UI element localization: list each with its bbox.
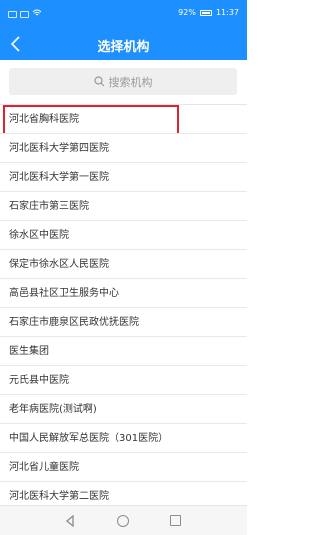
list-item[interactable]: 徐水区中医院: [0, 221, 247, 250]
institution-list: 河北省胸科医院 河北医科大学第四医院 河北医科大学第一医院 石家庄市第三医院 徐…: [0, 105, 247, 505]
list-item[interactable]: 河北医科大学第一医院: [0, 163, 247, 192]
list-item[interactable]: 高邑县社区卫生服务中心: [0, 279, 247, 308]
sim2-signal-icon: [20, 10, 29, 18]
battery-percent: 92%: [178, 8, 196, 17]
sim-signal-icon: [8, 10, 17, 18]
wifi-icon: [32, 9, 42, 19]
nav-back-icon[interactable]: [65, 515, 75, 527]
search-input[interactable]: 搜索机构: [9, 68, 237, 95]
list-item[interactable]: 石家庄市鹿泉区民政优抚医院: [0, 308, 247, 337]
system-nav-bar: [0, 505, 247, 535]
nav-recent-icon[interactable]: [170, 515, 181, 526]
list-item[interactable]: 中国人民解放军总医院（301医院）: [0, 424, 247, 453]
search-placeholder: 搜索机构: [108, 75, 153, 89]
list-item[interactable]: 保定市徐水区人民医院: [0, 250, 247, 279]
list-item[interactable]: 河北省儿童医院: [0, 453, 247, 482]
list-item[interactable]: 元氏县中医院: [0, 366, 247, 395]
battery-icon: [199, 9, 212, 16]
list-item[interactable]: 老年病医院(测试啊): [0, 395, 247, 424]
list-item[interactable]: 石家庄市第三医院: [0, 192, 247, 221]
list-item[interactable]: 河北医科大学第四医院: [0, 134, 247, 163]
clock: 11:37: [215, 8, 239, 17]
nav-home-icon[interactable]: [117, 515, 129, 527]
status-bar: 92% 11:37: [0, 0, 247, 28]
app-header: 选择机构: [0, 28, 247, 60]
status-right: 92% 11:37: [178, 8, 239, 17]
signal-indicators: [8, 9, 42, 19]
search-icon: [93, 76, 104, 87]
list-item[interactable]: 河北省胸科医院: [0, 105, 247, 134]
search-area: 搜索机构: [0, 60, 247, 104]
list-item[interactable]: 河北医科大学第二医院: [0, 482, 247, 505]
list-item[interactable]: 医生集团: [0, 337, 247, 366]
page-title: 选择机构: [97, 40, 150, 55]
